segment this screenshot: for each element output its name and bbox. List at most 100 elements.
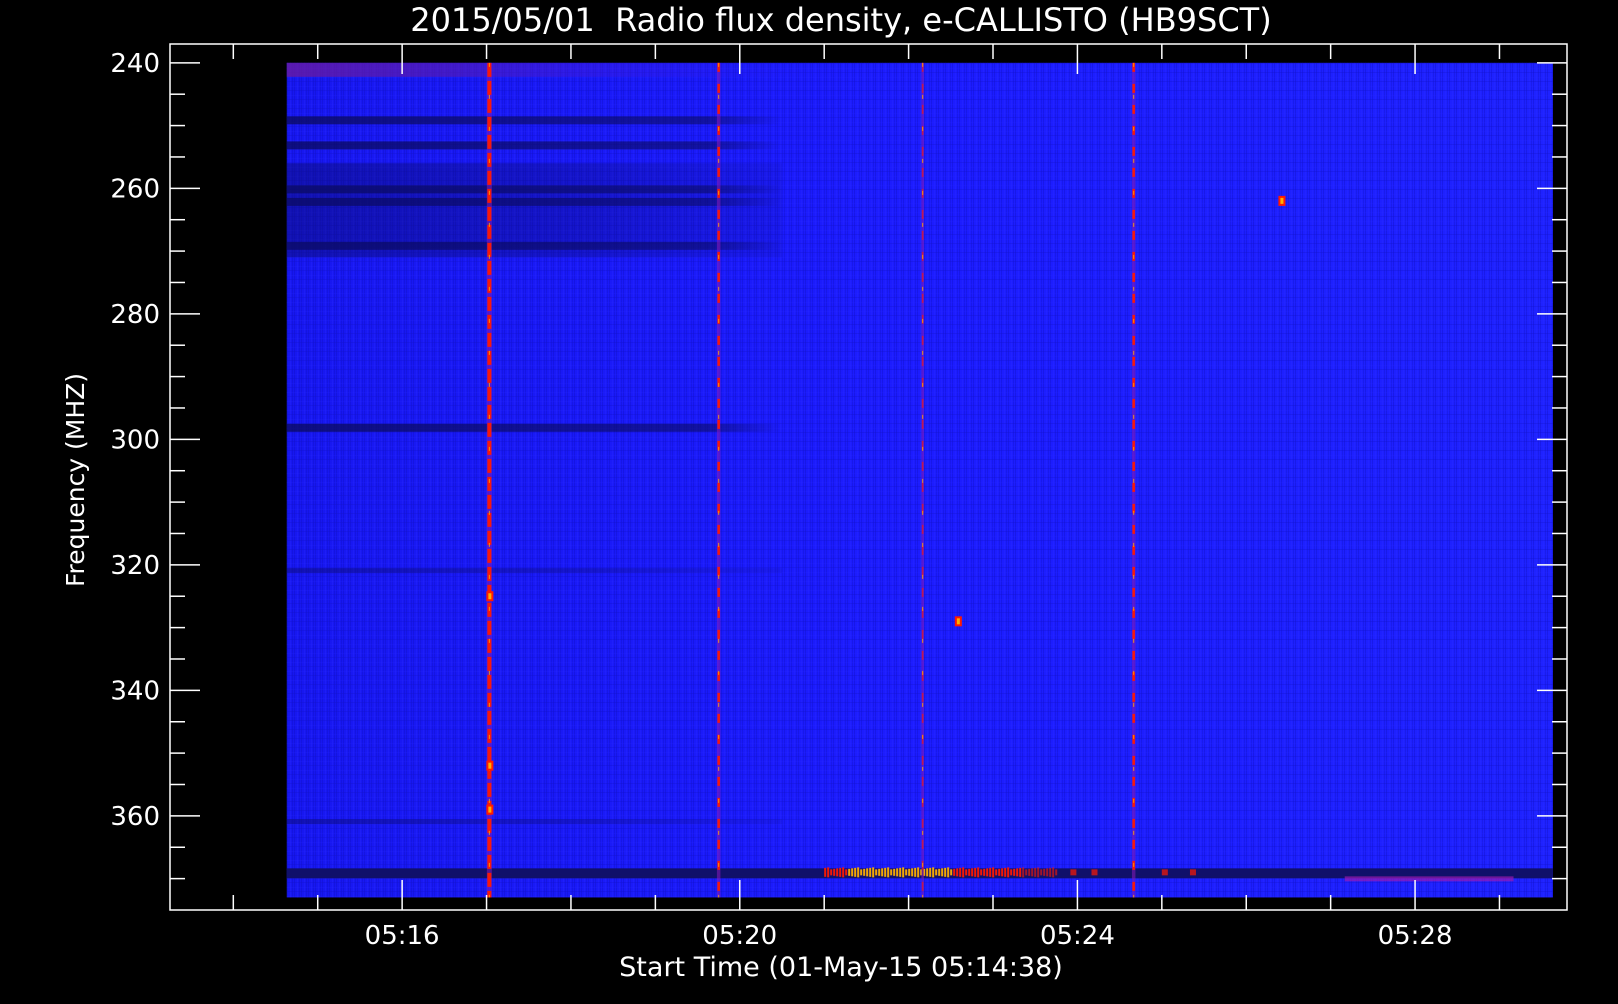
y-tick-label: 300 [110, 425, 160, 455]
burst-cell [962, 867, 965, 878]
burst-cell [1028, 868, 1031, 876]
spectrogram-chart: 240 260 280 300 320 340 360 05:16 05:20 05:24 05:2… [0, 0, 1618, 1000]
y-tick-label: 280 [110, 300, 160, 330]
burst-cell [959, 867, 962, 877]
burst-cell [956, 868, 959, 877]
bright-spot-core [488, 593, 492, 600]
burst-cell [965, 869, 968, 876]
burst-cell [1025, 869, 1028, 876]
y-tick-label: 240 [110, 49, 160, 79]
burst-cell [824, 867, 827, 877]
burst-cell [842, 867, 845, 878]
burst-cell [947, 867, 950, 878]
dark-band [286, 568, 782, 574]
bright-spot-core [956, 618, 960, 625]
burst-cell [890, 869, 893, 876]
x-tick-label: 05:24 [1040, 921, 1115, 951]
bright-spot-core [1280, 197, 1284, 204]
dark-band [286, 819, 782, 825]
burst-cell [1001, 868, 1004, 877]
burst-cell [983, 868, 986, 876]
faint-segment [1344, 876, 1514, 882]
burst-cell [896, 868, 899, 877]
burst-cell [908, 868, 911, 876]
burst-cell [860, 869, 863, 876]
burst-cell [869, 867, 872, 877]
spectrogram-heatmap [286, 62, 1553, 898]
burst-cell [836, 868, 839, 877]
burst-cell [1019, 867, 1022, 877]
burst-cell [971, 868, 974, 877]
burst-cell [833, 868, 836, 876]
y-axis-label: Frequency (MHZ) [61, 373, 90, 587]
burst-cell [827, 867, 830, 878]
burst-cell [917, 867, 920, 878]
burst-cell [968, 868, 971, 876]
burst-dot [1161, 869, 1168, 876]
burst-cell [830, 869, 833, 876]
burst-cell [1049, 867, 1052, 877]
burst-cell [872, 867, 875, 878]
chart-title: 2015/05/01 Radio flux density, e-CALLIST… [410, 1, 1271, 39]
burst-cell [935, 869, 938, 876]
burst-cell [989, 867, 992, 877]
burst-dot [1070, 869, 1077, 876]
burst-cell [1007, 867, 1010, 878]
burst-cell [905, 869, 908, 876]
y-tick-label: 360 [110, 802, 160, 832]
burst-cell [899, 867, 902, 877]
x-tick-label: 05:16 [365, 921, 440, 951]
burst-cell [941, 868, 944, 877]
dark-region [286, 163, 782, 258]
burst-cell [1052, 867, 1055, 878]
burst-cell [1031, 868, 1034, 877]
burst-dot [1189, 869, 1196, 876]
burst-cell [1016, 868, 1019, 877]
burst-cell [992, 867, 995, 878]
burst-cell [854, 867, 857, 877]
burst-cell [1034, 867, 1037, 877]
y-tick-label: 340 [110, 676, 160, 706]
burst-cell [998, 868, 1001, 876]
burst-cell [926, 868, 929, 877]
burst-cell [995, 869, 998, 876]
burst-cell [857, 867, 860, 878]
burst-cell [866, 868, 869, 877]
burst-cell [1037, 867, 1040, 878]
dark-band [286, 141, 782, 150]
burst-cell [1040, 869, 1043, 876]
burst-cell [929, 867, 932, 877]
y-tick-label: 320 [110, 551, 160, 581]
burst-cell [1055, 869, 1058, 876]
x-tick-label: 05:28 [1378, 921, 1453, 951]
burst-cell [893, 868, 896, 876]
burst-cell [884, 867, 887, 877]
burst-cell [950, 869, 953, 876]
burst-cell [932, 867, 935, 878]
burst-cell [911, 868, 914, 877]
x-axis-label: Start Time (01-May-15 05:14:38) [619, 952, 1063, 983]
chart-svg: 240 260 280 300 320 340 360 05:16 05:20 05:24 05:2… [0, 0, 1618, 1000]
bright-spot-core [488, 762, 492, 769]
top-warm-band [286, 62, 857, 77]
burst-cell [1046, 868, 1049, 877]
burst-cell [974, 867, 977, 877]
burst-cell [986, 868, 989, 877]
x-tick-label: 05:20 [702, 921, 777, 951]
burst-cell [914, 867, 917, 877]
burst-dot [1091, 869, 1098, 876]
burst-cell [875, 869, 878, 876]
burst-cell [977, 867, 980, 878]
burst-cell [845, 869, 848, 876]
bright-spot-core [488, 806, 492, 813]
dark-band [286, 116, 782, 125]
y-tick-label: 260 [110, 174, 160, 204]
burst-cell [848, 868, 851, 876]
burst-cell [1010, 869, 1013, 876]
burst-cell [839, 867, 842, 877]
dark-band [286, 423, 782, 432]
burst-cell [938, 868, 941, 876]
burst-cell [1043, 868, 1046, 876]
burst-cell [1022, 867, 1025, 878]
burst-cell [1013, 868, 1016, 876]
